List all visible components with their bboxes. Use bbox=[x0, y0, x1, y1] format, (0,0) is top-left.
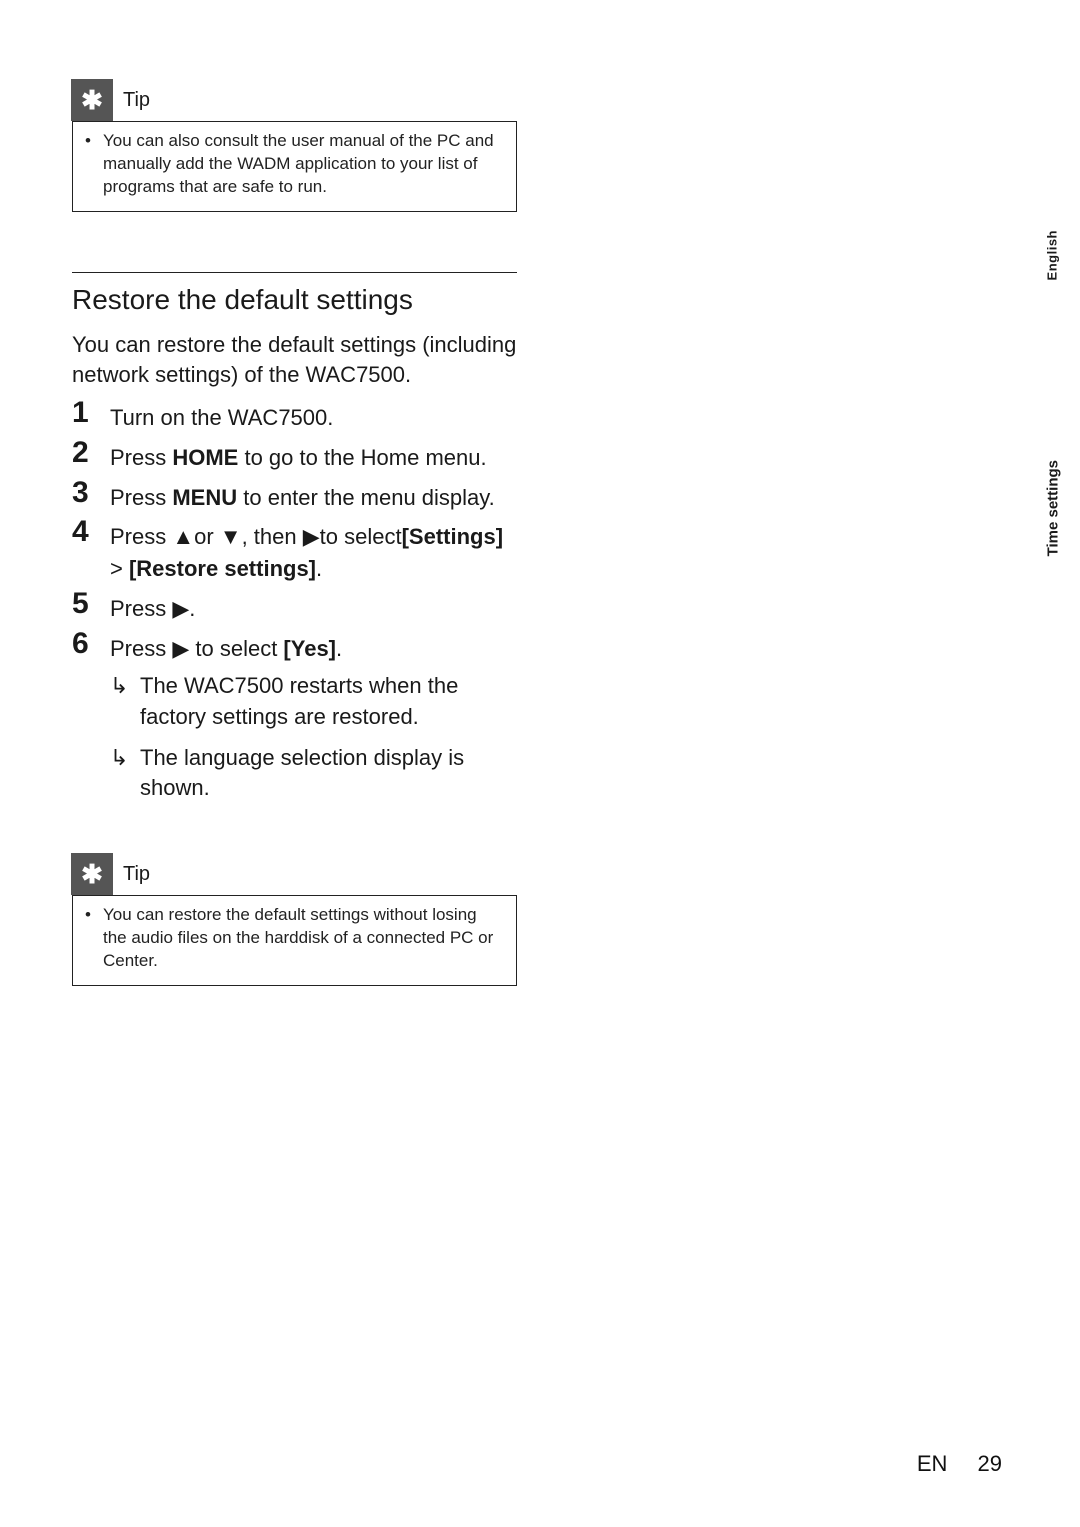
step-6-post: . bbox=[336, 636, 342, 661]
step-6-result-2: ↳ The language selection display is show… bbox=[110, 743, 517, 805]
section-restore: Restore the default settings You can res… bbox=[72, 272, 517, 814]
section-heading: Restore the default settings bbox=[72, 283, 517, 317]
step-4-num: 4 bbox=[72, 517, 110, 585]
tip-2-body: • You can restore the default settings w… bbox=[73, 896, 516, 985]
result-arrow-icon: ↳ bbox=[110, 671, 140, 733]
footer-lang-code: EN bbox=[917, 1451, 948, 1476]
step-4-bold1: [Settings] bbox=[402, 524, 503, 549]
step-3-bold: MENU bbox=[172, 485, 237, 510]
step-2-post: to go to the Home menu. bbox=[238, 445, 486, 470]
step-4-mid: > bbox=[110, 556, 129, 581]
step-6-result-2-text: The language selection display is shown. bbox=[140, 743, 517, 805]
step-5: 5 Press ▶. bbox=[72, 589, 517, 625]
step-6-num: 6 bbox=[72, 629, 110, 814]
steps-list: 1 Turn on the WAC7500. 2 Press HOME to g… bbox=[72, 398, 517, 814]
step-1: 1 Turn on the WAC7500. bbox=[72, 398, 517, 434]
step-1-num: 1 bbox=[72, 398, 110, 434]
step-4-pre: Press ▲or ▼, then ▶to select bbox=[110, 524, 402, 549]
section-intro: You can restore the default settings (in… bbox=[72, 330, 517, 389]
bullet-dot-icon: • bbox=[85, 130, 103, 199]
tip-1-bullet: • You can also consult the user manual o… bbox=[85, 130, 504, 199]
step-3-body: Press MENU to enter the menu display. bbox=[110, 478, 517, 514]
tip-2-bullet: • You can restore the default settings w… bbox=[85, 904, 504, 973]
step-1-body: Turn on the WAC7500. bbox=[110, 398, 517, 434]
step-6-body: Press ▶ to select [Yes]. ↳ The WAC7500 r… bbox=[110, 629, 517, 814]
step-6-pre: Press ▶ to select bbox=[110, 636, 283, 661]
step-6-results: ↳ The WAC7500 restarts when the factory … bbox=[110, 671, 517, 804]
bullet-dot-icon: • bbox=[85, 904, 103, 973]
tip-box-1: ✱ Tip • You can also consult the user ma… bbox=[72, 80, 517, 212]
tip-2-header: ✱ Tip bbox=[72, 854, 517, 895]
step-4: 4 Press ▲or ▼, then ▶to select[Settings]… bbox=[72, 517, 517, 585]
asterisk-icon: ✱ bbox=[71, 853, 113, 895]
tip-1-text: You can also consult the user manual of … bbox=[103, 130, 504, 199]
side-tab-language: English bbox=[1044, 230, 1059, 280]
tip-2-text: You can restore the default settings wit… bbox=[103, 904, 504, 973]
step-3-num: 3 bbox=[72, 478, 110, 514]
page-footer: EN 29 bbox=[917, 1451, 1002, 1477]
step-6-bold: [Yes] bbox=[283, 636, 336, 661]
tip-1-header: ✱ Tip bbox=[72, 80, 517, 121]
step-4-post: . bbox=[316, 556, 322, 581]
step-2: 2 Press HOME to go to the Home menu. bbox=[72, 438, 517, 474]
side-tab-chapter: Time settings bbox=[1044, 460, 1061, 556]
step-2-body: Press HOME to go to the Home menu. bbox=[110, 438, 517, 474]
step-4-bold2: [Restore settings] bbox=[129, 556, 316, 581]
step-6-result-1: ↳ The WAC7500 restarts when the factory … bbox=[110, 671, 517, 733]
step-2-num: 2 bbox=[72, 438, 110, 474]
step-3-pre: Press bbox=[110, 485, 172, 510]
asterisk-icon: ✱ bbox=[71, 79, 113, 121]
step-5-body: Press ▶. bbox=[110, 589, 517, 625]
step-3-post: to enter the menu display. bbox=[237, 485, 495, 510]
step-3: 3 Press MENU to enter the menu display. bbox=[72, 478, 517, 514]
tip-1-label: Tip bbox=[113, 89, 150, 112]
main-column: ✱ Tip • You can also consult the user ma… bbox=[72, 80, 517, 986]
step-6: 6 Press ▶ to select [Yes]. ↳ The WAC7500… bbox=[72, 629, 517, 814]
step-5-num: 5 bbox=[72, 589, 110, 625]
page-root: English Time settings ✱ Tip • You can al… bbox=[0, 0, 1080, 1527]
tip-1-body: • You can also consult the user manual o… bbox=[73, 122, 516, 211]
step-4-body: Press ▲or ▼, then ▶to select[Settings] >… bbox=[110, 517, 517, 585]
step-6-result-1-text: The WAC7500 restarts when the factory se… bbox=[140, 671, 517, 733]
step-2-pre: Press bbox=[110, 445, 172, 470]
tip-2-label: Tip bbox=[113, 863, 150, 886]
tip-box-2: ✱ Tip • You can restore the default sett… bbox=[72, 854, 517, 986]
step-2-bold: HOME bbox=[172, 445, 238, 470]
result-arrow-icon: ↳ bbox=[110, 743, 140, 805]
section-rule bbox=[72, 272, 517, 273]
footer-page-number: 29 bbox=[978, 1451, 1002, 1476]
